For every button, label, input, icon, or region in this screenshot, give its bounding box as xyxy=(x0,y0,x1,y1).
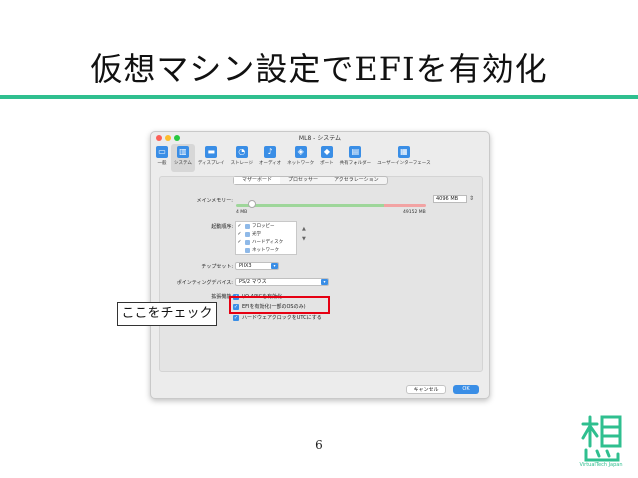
boot-item-label: ネットワーク xyxy=(252,248,279,253)
cancel-button[interactable]: キャンセル xyxy=(406,385,446,394)
toolbar-item-network[interactable]: ◈ ネットワーク xyxy=(284,144,317,172)
chipset-label: チップセット: xyxy=(201,264,233,270)
port-icon: ◆ xyxy=(320,146,333,158)
boot-order-arrows: ▲ ▼ xyxy=(302,224,306,244)
tab-motherboard[interactable]: マザーボード xyxy=(234,177,281,184)
slide-title: 仮想マシン設定でEFIを有効化 xyxy=(90,50,548,88)
settings-tab-bar: マザーボード プロセッサー アクセラレーション xyxy=(233,176,388,185)
chevron-down-icon: ▾ xyxy=(271,263,278,269)
move-down-icon[interactable]: ▼ xyxy=(302,234,306,244)
efi-highlight-box xyxy=(229,296,330,314)
boot-item-optical[interactable]: ✓ 光学 xyxy=(236,230,296,238)
display-icon: ▬ xyxy=(205,146,218,158)
pointing-device-value: PS/2 マウス xyxy=(239,279,267,285)
chipset-value: PIIX3 xyxy=(239,263,252,269)
toolbar-label: ポート xyxy=(320,161,334,166)
floppy-icon xyxy=(245,223,250,229)
hard-disk-icon xyxy=(245,239,250,245)
toolbar-item-port[interactable]: ◆ ポート xyxy=(317,144,337,172)
tab-acceleration[interactable]: アクセラレーション xyxy=(326,177,387,184)
memory-input[interactable]: 4096 MB xyxy=(433,195,467,203)
boot-item-floppy[interactable]: ✓ フロッピー xyxy=(236,222,296,230)
boot-item-network[interactable]: ネットワーク xyxy=(236,246,296,254)
boot-item-label: ハードディスク xyxy=(252,240,284,245)
toolbar-label: 一般 xyxy=(157,161,167,166)
chevron-down-icon: ▾ xyxy=(321,279,328,285)
boot-item-label: 光学 xyxy=(252,232,261,237)
shared-folder-icon: ▤ xyxy=(349,146,362,158)
utc-clock-option[interactable]: ✓ ハードウェアクロックをUTCにする xyxy=(233,314,322,321)
move-up-icon[interactable]: ▲ xyxy=(302,224,306,234)
extended-features-label: 拡張機能: xyxy=(211,294,233,300)
toolbar-label: ユーザーインターフェース xyxy=(377,161,431,166)
checkbox-checked-icon[interactable]: ✓ xyxy=(233,314,239,321)
pointing-device-select[interactable]: PS/2 マウス ▾ xyxy=(235,278,329,286)
logo-text: VirtualTech Japan xyxy=(579,462,623,468)
window-titlebar: ML8 - システム xyxy=(151,132,489,144)
boot-order-label: 起動順序: xyxy=(211,224,233,230)
memory-slider-track[interactable] xyxy=(236,204,426,207)
system-icon: ▥ xyxy=(176,146,189,158)
storage-icon: ◔ xyxy=(235,146,248,158)
toolbar-label: ネットワーク xyxy=(287,161,315,166)
ok-button[interactable]: OK xyxy=(453,385,479,394)
boot-item-label: フロッピー xyxy=(252,224,275,229)
settings-toolbar: ▭ 一般 ▥ システム ▬ ディスプレイ ◔ ストレージ ♪ オーディオ ◈ ネ… xyxy=(151,144,489,172)
general-icon: ▭ xyxy=(156,146,168,158)
toolbar-label: 共有フォルダー xyxy=(339,161,372,166)
toolbar-item-system[interactable]: ▥ システム xyxy=(171,144,195,172)
boot-item-hard-disk[interactable]: ✓ ハードディスク xyxy=(236,238,296,246)
check-here-callout: ここをチェック xyxy=(117,302,217,326)
virtualtech-logo-icon xyxy=(581,415,622,462)
toolbar-item-storage[interactable]: ◔ ストレージ xyxy=(228,144,256,172)
memory-min-label: 4 MB xyxy=(236,210,248,215)
vm-settings-window: ML8 - システム ▭ 一般 ▥ システム ▬ ディスプレイ ◔ ストレージ … xyxy=(150,131,490,399)
memory-label: メインメモリー: xyxy=(196,198,233,204)
toolbar-label: ストレージ xyxy=(230,161,253,166)
user-interface-icon: ▦ xyxy=(397,146,410,158)
page-number: 6 xyxy=(315,438,323,452)
audio-icon: ♪ xyxy=(264,146,277,158)
network-icon: ◈ xyxy=(294,146,307,158)
memory-max-label: 49152 MB xyxy=(403,210,426,215)
toolbar-label: ディスプレイ xyxy=(197,161,225,166)
memory-slider-knob[interactable] xyxy=(247,200,256,208)
toolbar-item-shared-folder[interactable]: ▤ 共有フォルダー xyxy=(337,144,375,172)
toolbar-label: オーディオ xyxy=(258,161,282,166)
toolbar-item-audio[interactable]: ♪ オーディオ xyxy=(256,144,284,172)
boot-checkbox[interactable]: ✓ xyxy=(236,239,243,245)
toolbar-label: システム xyxy=(174,161,192,166)
pointing-device-label: ポインティングデバイス: xyxy=(176,280,233,286)
boot-order-list: ✓ フロッピー ✓ 光学 ✓ ハードディスク ネットワーク xyxy=(235,221,297,255)
optical-disc-icon xyxy=(245,231,250,237)
network-icon xyxy=(245,247,250,253)
tab-processor[interactable]: プロセッサー xyxy=(280,177,326,184)
chipset-select[interactable]: PIIX3 ▾ xyxy=(235,262,279,270)
toolbar-item-user-interface[interactable]: ▦ ユーザーインターフェース xyxy=(374,144,433,172)
memory-stepper-icon[interactable]: ⇕ xyxy=(469,195,474,202)
boot-checkbox[interactable]: ✓ xyxy=(236,223,243,229)
toolbar-item-general[interactable]: ▭ 一般 xyxy=(153,144,171,172)
option-label: ハードウェアクロックをUTCにする xyxy=(242,315,322,321)
title-underline-bar xyxy=(0,95,638,99)
boot-checkbox[interactable]: ✓ xyxy=(236,231,243,237)
window-title: ML8 - システム xyxy=(298,135,342,142)
toolbar-item-display[interactable]: ▬ ディスプレイ xyxy=(195,144,228,172)
